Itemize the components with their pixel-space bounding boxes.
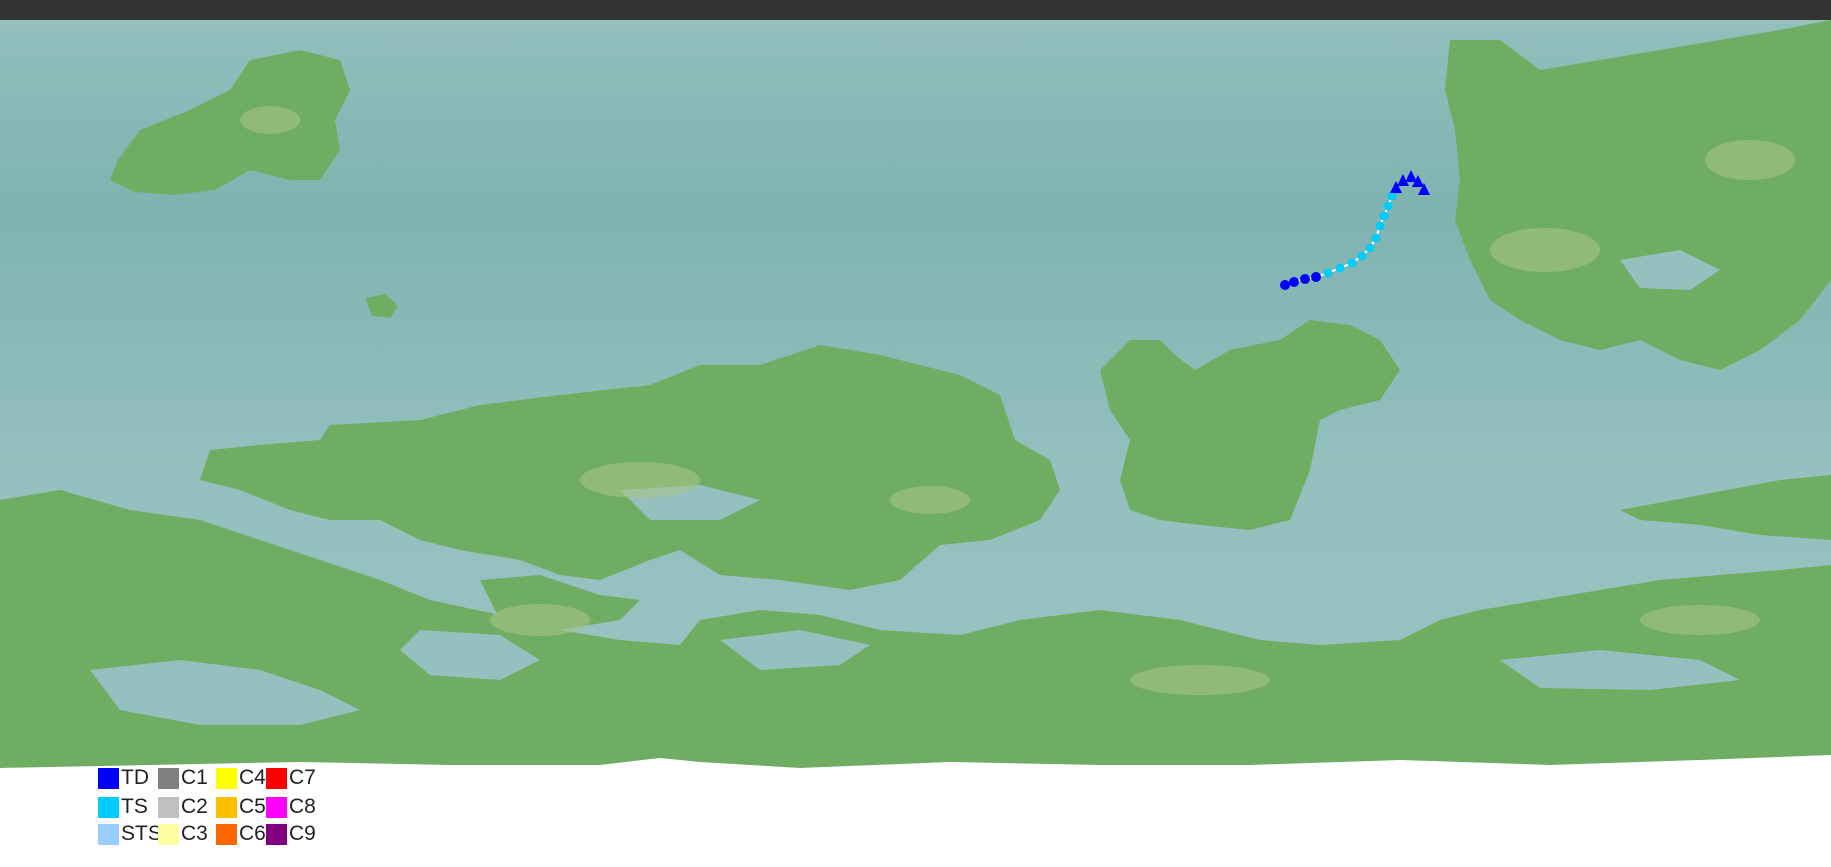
track-point-ts [1347,258,1357,268]
legend-item-c4: C4 [216,766,266,790]
legend-item-c9: C9 [266,822,316,846]
top-bar [0,0,1831,20]
track-point-ts [1335,263,1345,273]
legend-swatch-td [98,767,119,789]
legend-item-td: TD [98,766,149,790]
legend-item-c7: C7 [266,766,316,790]
legend-item-c5: C5 [216,795,266,819]
legend-label-sts: STS [121,822,162,845]
legend-swatch-c2 [158,796,179,818]
track-point-ts [1375,221,1385,231]
legend-label-c8: C8 [289,795,316,818]
legend-item-ts: TS [98,795,148,819]
track-point-ts [1383,201,1393,211]
legend-swatch-c9 [266,823,287,845]
legend-label-c9: C9 [289,822,316,845]
legend-item-c3: C3 [158,822,208,846]
track-point-ts [1323,268,1333,278]
legend-item-c2: C2 [158,795,208,819]
legend-label-ts: TS [121,795,148,818]
legend-item-c1: C1 [158,766,208,790]
legend-label-td: TD [121,766,149,789]
legend-swatch-c8 [266,796,287,818]
legend-label-c7: C7 [289,766,316,789]
legend-swatch-c1 [158,767,179,789]
track-point-ts [1357,251,1367,261]
legend: TD TS STS C1 C2 C3 C4 C5 C6 C7 C8 C9 [98,766,358,856]
track-point-td [1300,274,1310,284]
track-point-ts [1371,233,1381,243]
legend-swatch-c7 [266,767,287,789]
legend-item-c6: C6 [216,822,266,846]
legend-label-c3: C3 [181,822,208,845]
legend-label-c6: C6 [239,822,266,845]
track-point-ts [1379,211,1389,221]
legend-label-c2: C2 [181,795,208,818]
legend-swatch-c6 [216,823,237,845]
legend-label-c4: C4 [239,766,266,789]
legend-swatch-c3 [158,823,179,845]
legend-label-c5: C5 [239,795,266,818]
legend-item-sts: STS [98,822,162,846]
legend-swatch-c5 [216,796,237,818]
terrain-map [0,20,1831,867]
legend-swatch-c4 [216,767,237,789]
track-point-td [1289,277,1299,287]
legend-swatch-ts [98,796,119,818]
legend-label-c1: C1 [181,766,208,789]
track-point-ts [1365,243,1375,253]
track-point-td [1280,280,1290,290]
track-point-td [1311,272,1321,282]
legend-item-c8: C8 [266,795,316,819]
legend-swatch-sts [98,823,119,845]
